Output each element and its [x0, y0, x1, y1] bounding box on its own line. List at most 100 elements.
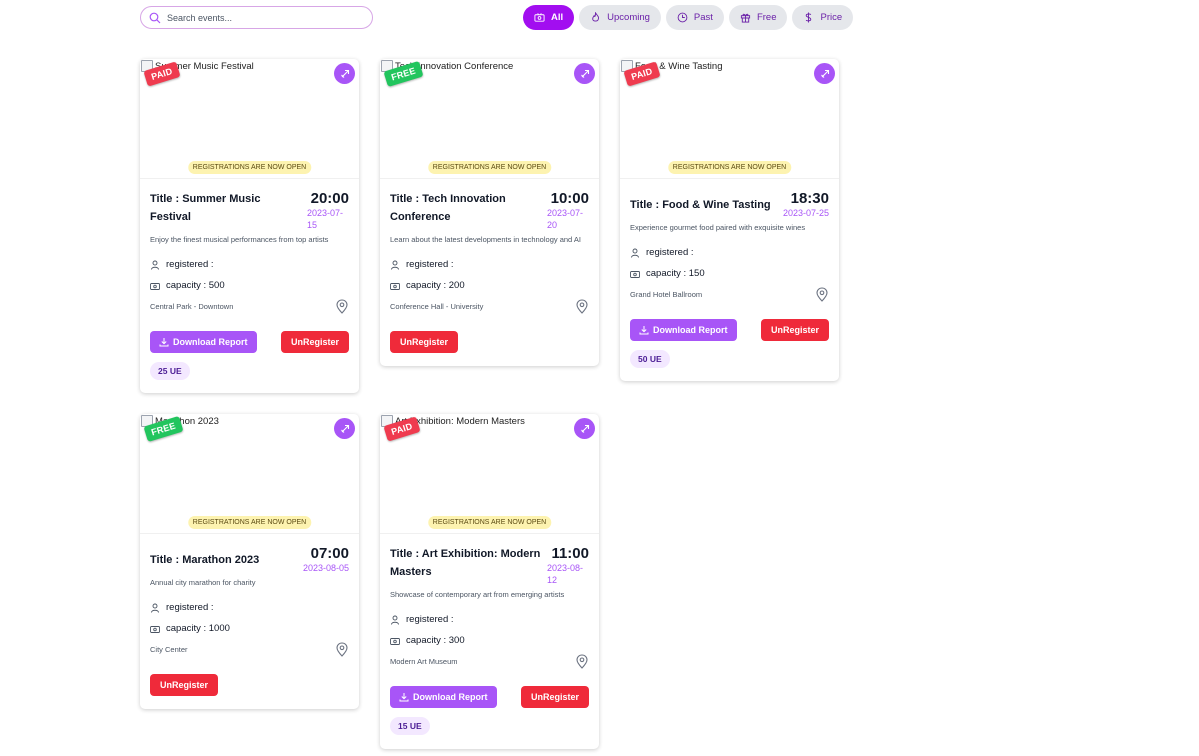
favorite-button[interactable] [814, 63, 835, 84]
event-title: Title : Marathon 2023 [150, 553, 260, 566]
download-icon [399, 693, 409, 702]
download-report-button[interactable]: Download Report [390, 686, 497, 708]
event-card: Summer Music Festival PAID REGISTRATIONS… [140, 59, 359, 393]
gift-icon [740, 13, 751, 23]
filter-free-label: Free [756, 12, 777, 23]
ticket-icon [630, 270, 640, 278]
event-time: 18:30 [790, 190, 829, 207]
event-time: 10:00 [550, 190, 589, 207]
search-icon [149, 12, 161, 23]
dollar-icon [806, 12, 812, 23]
filter-price-button[interactable]: Price [792, 5, 854, 30]
ticket-icon [534, 13, 545, 22]
registered-label: registered : [166, 259, 214, 270]
event-image: Art Exhibition: Modern Masters PAID REGI… [380, 414, 599, 534]
user-icon [151, 260, 159, 270]
filter-all-button[interactable]: All [523, 5, 575, 30]
registered-label: registered : [646, 247, 694, 258]
capacity-label: capacity : 1000 [166, 623, 230, 634]
clock-icon [677, 12, 688, 23]
download-report-label: Download Report [653, 325, 728, 335]
event-date: 2023-07-15 [307, 208, 344, 230]
event-image: Summer Music Festival PAID REGISTRATIONS… [140, 59, 359, 179]
filter-bar: All Upcoming Past Free Price [523, 5, 854, 30]
event-time: 20:00 [310, 190, 349, 207]
event-image: Marathon 2023 FREE REGISTRATIONS ARE NOW… [140, 414, 359, 534]
event-date: 2023-07-25 [782, 208, 829, 218]
user-icon [391, 260, 399, 270]
event-date: 2023-08-12 [547, 563, 584, 585]
download-report-label: Download Report [173, 337, 248, 347]
user-icon [151, 603, 159, 613]
filter-upcoming-label: Upcoming [607, 12, 650, 23]
rocket-icon [340, 69, 349, 78]
filter-free-button[interactable]: Free [728, 5, 788, 30]
filter-past-label: Past [693, 12, 713, 23]
search-input[interactable] [167, 12, 357, 23]
filter-price-label: Price [820, 12, 843, 23]
capacity-label: capacity : 300 [406, 635, 465, 646]
capacity-label: capacity : 500 [166, 280, 225, 291]
event-description: Learn about the latest developments in t… [390, 235, 581, 244]
event-title: Title : Summer Music Festival [150, 193, 261, 223]
capacity-label: capacity : 200 [406, 280, 465, 291]
ticket-icon [390, 282, 400, 290]
event-time: 07:00 [310, 545, 349, 562]
favorite-button[interactable] [574, 63, 595, 84]
download-report-button[interactable]: Download Report [150, 331, 257, 353]
event-location: Grand Hotel Ballroom [630, 290, 703, 299]
user-icon [631, 248, 639, 258]
rocket-icon [580, 69, 589, 78]
map-pin-icon[interactable] [575, 299, 589, 314]
event-title: Title : Art Exhibition: Modern Masters [390, 548, 541, 578]
download-report-label: Download Report [413, 692, 488, 702]
rocket-icon [340, 424, 349, 433]
unregister-button[interactable]: UnRegister [760, 319, 829, 341]
rocket-icon [820, 69, 829, 78]
unregister-button[interactable]: UnRegister [390, 331, 459, 353]
price-badge: 50 UE [630, 350, 670, 368]
registration-open-banner: REGISTRATIONS ARE NOW OPEN [187, 161, 312, 174]
filter-all-label: All [551, 12, 564, 23]
event-description: Annual city marathon for charity [150, 578, 256, 587]
favorite-button[interactable] [334, 418, 355, 439]
event-time: 11:00 [551, 545, 589, 562]
download-report-button[interactable]: Download Report [630, 319, 737, 341]
event-card: Food & Wine Tasting PAID REGISTRATIONS A… [620, 59, 839, 381]
event-description: Experience gourmet food paired with exqu… [630, 223, 806, 232]
event-date: 2023-08-05 [302, 563, 349, 573]
event-card: Tech Innovation Conference FREE REGISTRA… [380, 59, 599, 366]
unregister-button[interactable]: UnRegister [520, 686, 589, 708]
ticket-icon [150, 282, 160, 290]
map-pin-icon[interactable] [815, 287, 829, 302]
event-location: Central Park - Downtown [150, 302, 234, 311]
event-location: Conference Hall - University [390, 302, 484, 311]
registered-label: registered : [166, 602, 214, 613]
search-box[interactable] [140, 6, 373, 29]
price-badge: 15 UE [390, 717, 430, 735]
registration-open-banner: REGISTRATIONS ARE NOW OPEN [187, 516, 312, 529]
map-pin-icon[interactable] [575, 654, 589, 669]
user-icon [391, 615, 399, 625]
event-location: Modern Art Museum [390, 657, 458, 666]
unregister-button[interactable]: UnRegister [150, 674, 219, 696]
favorite-button[interactable] [334, 63, 355, 84]
download-icon [159, 338, 169, 347]
map-pin-icon[interactable] [335, 642, 349, 657]
registration-open-banner: REGISTRATIONS ARE NOW OPEN [427, 161, 552, 174]
map-pin-icon[interactable] [335, 299, 349, 314]
event-card: Marathon 2023 FREE REGISTRATIONS ARE NOW… [140, 414, 359, 709]
event-description: Showcase of contemporary art from emergi… [390, 590, 565, 599]
filter-past-button[interactable]: Past [665, 5, 724, 30]
unregister-button[interactable]: UnRegister [280, 331, 349, 353]
event-title: Title : Tech Innovation Conference [390, 193, 506, 223]
registration-open-banner: REGISTRATIONS ARE NOW OPEN [427, 516, 552, 529]
favorite-button[interactable] [574, 418, 595, 439]
filter-upcoming-button[interactable]: Upcoming [579, 5, 661, 30]
registered-label: registered : [406, 614, 454, 625]
event-image: Tech Innovation Conference FREE REGISTRA… [380, 59, 599, 179]
event-title: Title : Food & Wine Tasting [630, 198, 771, 211]
price-badge: 25 UE [150, 362, 190, 380]
event-location: City Center [150, 645, 188, 654]
event-date: 2023-07-20 [547, 208, 584, 230]
